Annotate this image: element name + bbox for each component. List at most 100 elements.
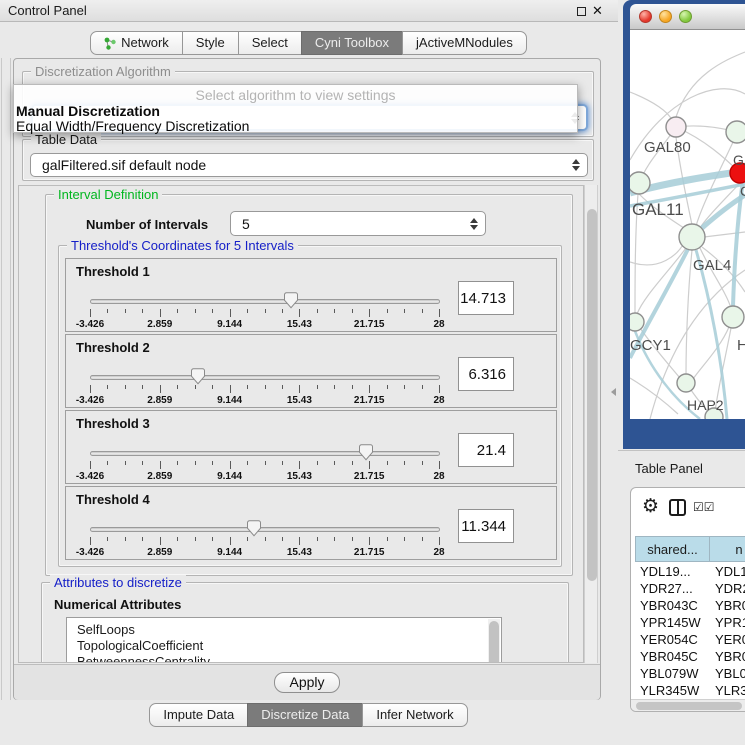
table-row[interactable]: YPR145WYPR1 [635,615,745,632]
tab-infer-network[interactable]: Infer Network [362,703,467,727]
scrollbar-thumb[interactable] [489,621,499,663]
slider-thumb[interactable] [284,292,298,309]
attribute-item[interactable]: TopologicalCoefficient [67,638,501,654]
minimize-traffic-light-icon[interactable] [659,10,672,23]
column-header-shared-name[interactable]: shared... [635,536,710,562]
attribute-item[interactable]: BetweennessCentrality [67,654,501,663]
slider-track[interactable] [90,375,440,380]
gear-icon[interactable]: ⚙ [642,495,659,518]
cell-name: YPR1 [715,615,745,630]
threshold-list: Threshold 1-3.4262.8599.14415.4321.71528… [65,258,557,562]
slider-thumb[interactable] [359,444,373,461]
tab-style[interactable]: Style [182,31,239,55]
number-of-intervals-label: Number of Intervals [86,217,208,232]
tick-mark [352,385,353,389]
tab-cyni-toolbox[interactable]: Cyni Toolbox [301,31,403,55]
slider-track[interactable] [90,451,440,456]
table-row[interactable]: YLR345W YLR3 [635,683,745,700]
tick-label: 21.715 [354,319,385,330]
slider-thumb[interactable] [191,368,205,385]
bottom-tab-bar: Impute DataDiscretize DataInfer Network [0,703,618,727]
network-node-green[interactable] [679,224,705,250]
threshold-value-field[interactable] [458,509,514,543]
network-node-green[interactable] [630,313,644,331]
checkbox-icons[interactable]: ☑☑ [693,500,715,514]
apply-button[interactable]: Apply [274,672,340,693]
tick-mark [369,309,370,317]
network-canvas[interactable]: GAL80GACGAL11GAL4GCY1HHAP2 [630,30,745,419]
algorithm-option[interactable]: Manual Discretization [16,103,160,119]
number-of-intervals-select[interactable]: 5 [230,211,486,236]
thresholds-title: Threshold's Coordinates for 5 Intervals [67,238,298,253]
table-row[interactable]: YDL19...YDL1 [635,564,745,581]
threshold-label: Threshold 3 [76,416,150,431]
network-window-titlebar[interactable] [630,4,745,30]
threshold-value-field[interactable] [458,357,514,391]
algorithm-option[interactable]: Equal Width/Frequency Discretization [16,118,249,134]
tick-mark [230,385,231,393]
settings-vertical-scrollbar[interactable] [584,185,598,663]
tick-mark [160,385,161,393]
table-row[interactable]: YBR043CYBR0 [635,598,745,615]
network-node-green[interactable] [677,374,695,392]
close-traffic-light-icon[interactable] [639,10,652,23]
tick-mark [265,309,266,313]
tick-mark [177,537,178,541]
tick-label: -3.426 [76,395,104,406]
tick-mark [317,461,318,465]
tick-mark [107,461,108,465]
attributes-section: Attributes to discretize Numerical Attri… [41,582,569,663]
tick-mark [317,309,318,313]
tick-mark [387,309,388,313]
tick-mark [247,537,248,541]
tick-label: 15.43 [287,471,312,482]
table-data-value: galFiltered.sif default node [42,154,206,176]
tick-label: 9.144 [217,547,242,558]
slider-track[interactable] [90,299,440,304]
table-row[interactable]: YDR27...YDR2 [635,581,745,598]
node-label: GAL80 [644,139,691,156]
tick-mark [282,309,283,313]
splitter-collapse-icon[interactable] [611,388,616,396]
combo-stepper-icon[interactable] [570,154,582,176]
tick-mark [160,461,161,469]
cell-shared-name: YLR345W [640,683,699,698]
attributes-scrollbar[interactable] [488,619,500,663]
slider-thumb[interactable] [247,520,261,537]
network-node-green[interactable] [726,121,745,143]
table-horizontal-scrollbar[interactable] [631,699,745,712]
tick-mark [265,461,266,465]
network-node-green[interactable] [722,306,744,328]
tab-jactivemnodules[interactable]: jActiveMNodules [402,31,527,55]
tab-discretize-data[interactable]: Discretize Data [247,703,363,727]
tab-label: jActiveMNodules [416,32,513,54]
close-icon[interactable]: ✕ [592,2,603,20]
split-columns-icon[interactable] [669,499,686,516]
zoom-traffic-light-icon[interactable] [679,10,692,23]
table-row[interactable]: YBR045CYBR0 [635,649,745,666]
tick-label: 28 [433,471,444,482]
combo-stepper-icon[interactable] [468,212,480,235]
cell-name: YLR3 [715,683,745,698]
scrollbar-thumb[interactable] [587,209,597,581]
threshold-value-field[interactable] [458,281,514,315]
tick-label: -3.426 [76,471,104,482]
network-node-green[interactable] [630,172,650,194]
attribute-item[interactable]: SelfLoops [67,622,501,638]
float-window-icon[interactable] [577,7,586,16]
tick-mark [265,537,266,541]
threshold-value-field[interactable] [458,433,514,467]
table-row[interactable]: YBL079WYBL0 [635,666,745,683]
tick-mark [404,309,405,313]
table-row[interactable]: YER054CYER0 [635,632,745,649]
table-data-select[interactable]: galFiltered.sif default node [30,153,588,177]
tab-impute-data[interactable]: Impute Data [149,703,248,727]
slider-track[interactable] [90,527,440,532]
tab-select[interactable]: Select [238,31,302,55]
tab-network[interactable]: Network [90,31,183,55]
top-tab-bar: NetworkStyleSelectCyni Toolbox jActiveMNo… [0,31,618,55]
column-header-name[interactable]: n [709,536,745,562]
network-node-pink[interactable] [666,117,686,137]
cell-name: YBR0 [715,649,745,664]
scrollbar-thumb[interactable] [636,702,742,710]
